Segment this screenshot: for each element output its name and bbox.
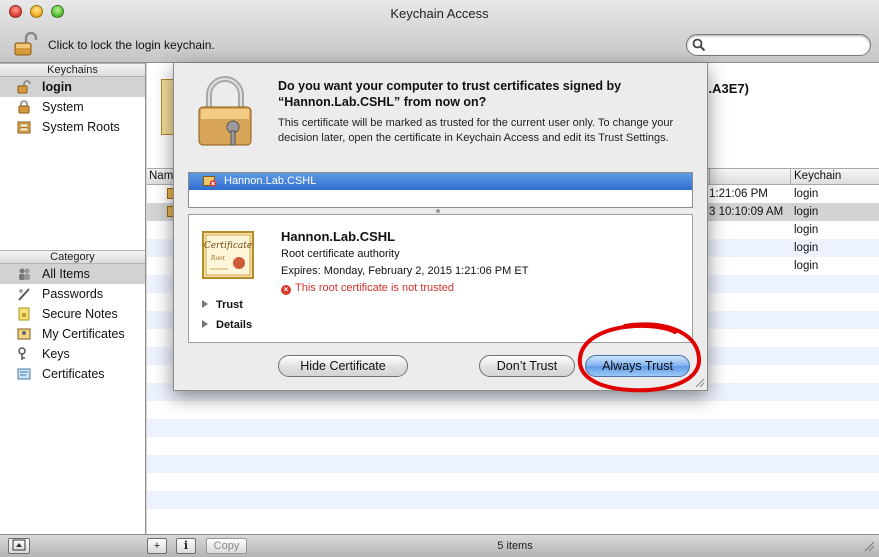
item-count: 5 items (497, 540, 533, 552)
certificate-icon: Certificate Root (202, 231, 254, 279)
certificate-type: Root certificate authority (281, 248, 400, 260)
certificate-art-title: Certificate (204, 241, 252, 251)
resize-grip-icon[interactable] (863, 540, 875, 552)
people-icon (19, 268, 30, 280)
search-field[interactable] (686, 34, 871, 56)
search-icon (692, 38, 706, 52)
category-header: Category (0, 250, 145, 264)
details-disclosure[interactable]: Details (202, 319, 252, 331)
sidebar-item-all-items[interactable]: All Items (0, 264, 145, 284)
sidebar-item-login[interactable]: login (0, 77, 145, 97)
hide-certificate-button[interactable]: Hide Certificate (278, 355, 408, 377)
column-divider[interactable] (790, 169, 791, 185)
sidebar-item-label: Keys (42, 347, 70, 361)
dont-trust-button[interactable]: Don’t Trust (479, 355, 575, 377)
dialog-info: This certificate will be marked as trust… (278, 117, 674, 144)
certificate-person-icon (17, 328, 31, 340)
error-icon: × (281, 285, 291, 295)
column-keychain-header[interactable]: Keychain (794, 170, 841, 182)
column-name-header[interactable]: Nam (149, 170, 173, 182)
sidebar-item-label: Secure Notes (42, 307, 118, 321)
disclosure-triangle-icon (202, 320, 208, 328)
certificate-icon (17, 368, 31, 380)
certificate-details: Certificate Root Hannon.Lab.CSHL Root ce… (188, 214, 693, 343)
lock-keychain-text[interactable]: Click to lock the login keychain. (48, 38, 215, 52)
lock-icon (18, 100, 30, 114)
empty-row (147, 473, 879, 491)
row-date: 3 10:10:09 AM (709, 206, 784, 218)
window-title: Keychain Access (390, 6, 489, 21)
sidebar-item-label: All Items (42, 267, 90, 281)
always-trust-button[interactable]: Always Trust (585, 355, 690, 377)
trust-warning-text: This root certificate is not trusted (295, 282, 454, 294)
padlock-icon (198, 76, 252, 146)
sidebar-item-label: System Roots (42, 120, 120, 134)
trust-label: Trust (216, 299, 243, 311)
lock-open-icon[interactable] (13, 31, 39, 57)
sidebar-item-system-roots[interactable]: System Roots (0, 117, 145, 137)
dialog-question: Do you want your computer to trust certi… (278, 79, 622, 109)
empty-row (147, 455, 879, 473)
certificate-untrusted-icon (203, 176, 217, 187)
sidebar-item-certificates[interactable]: Certificates (0, 364, 145, 384)
certificate-list[interactable]: Hannon.Lab.CSHL (188, 172, 693, 208)
row-keychain: login (794, 242, 819, 254)
keychains-header: Keychains (0, 63, 145, 77)
split-divider[interactable] (436, 209, 440, 213)
empty-row (147, 491, 879, 509)
row-date: 1:21:06 PM (709, 188, 768, 200)
trust-disclosure[interactable]: Trust (202, 299, 243, 311)
sidebar-item-my-certificates[interactable]: My Certificates (0, 324, 145, 344)
empty-row (147, 401, 879, 419)
list-item[interactable]: Hannon.Lab.CSHL (189, 173, 692, 190)
empty-row (147, 509, 879, 527)
sidebar-item-passwords[interactable]: Passwords (0, 284, 145, 304)
sidebar-item-system[interactable]: System (0, 97, 145, 117)
row-keychain: login (794, 188, 819, 200)
details-label: Details (216, 319, 253, 331)
empty-row (147, 437, 879, 455)
certificate-art-subtitle: Root (210, 255, 226, 262)
sidebar: Keychains login System System Roots Cate… (0, 63, 146, 534)
certificate-expiry: Expires: Monday, February 2, 2015 1:21:0… (281, 265, 529, 277)
sidebar-item-label: login (42, 80, 72, 94)
note-icon (18, 307, 30, 321)
trust-warning: × This root certificate is not trusted (281, 282, 454, 295)
key-icon (18, 347, 26, 360)
trust-dialog: Do you want your computer to trust certi… (173, 63, 708, 391)
sidebar-item-keys[interactable]: Keys (0, 344, 145, 364)
column-divider[interactable] (709, 169, 710, 185)
row-keychain: login (794, 224, 819, 236)
status-bar: + i Copy 5 items (0, 534, 879, 557)
certificate-name: Hannon.Lab.CSHL (281, 229, 396, 244)
sidebar-item-label: Passwords (42, 287, 104, 301)
row-keychain: login (794, 206, 819, 218)
sidebar-item-label: System (42, 100, 84, 114)
cabinet-icon (17, 121, 31, 134)
row-keychain: login (794, 260, 819, 272)
empty-row (147, 419, 879, 437)
sidebar-item-secure-notes[interactable]: Secure Notes (0, 304, 145, 324)
key-pen-icon (18, 288, 30, 301)
lock-open-icon (17, 80, 31, 94)
disclosure-triangle-icon (202, 300, 208, 308)
title-bar: Keychain Access Click to lock the login … (0, 0, 879, 63)
certificate-list-label: Hannon.Lab.CSHL (224, 175, 317, 187)
sidebar-item-label: My Certificates (42, 327, 125, 341)
resize-grip-icon[interactable] (695, 378, 705, 388)
sidebar-item-label: Certificates (42, 367, 105, 381)
